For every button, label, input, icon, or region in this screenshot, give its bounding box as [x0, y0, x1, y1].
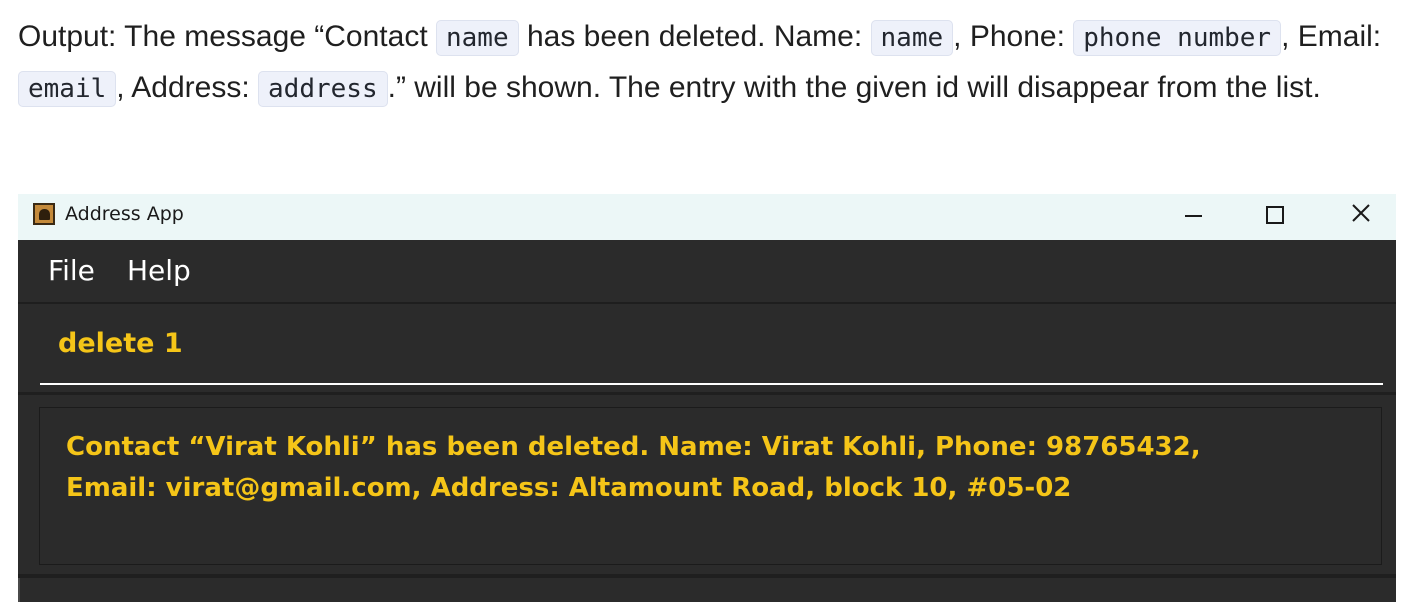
window-title: Address App: [65, 203, 184, 225]
code-snippet-name: name: [870, 20, 954, 56]
command-box: delete 1: [18, 304, 1396, 395]
menu-file[interactable]: File: [48, 254, 95, 287]
close-icon: [1352, 204, 1370, 222]
code-snippet-phone-number: phone number: [1073, 20, 1282, 56]
doc-paragraph: Output: The message “Contact name has be…: [18, 12, 1398, 114]
maximize-icon: [1266, 206, 1284, 224]
result-display-area: Contact “Virat Kohli” has been deleted. …: [18, 395, 1396, 575]
doc-text-segment: has been deleted. Name:: [518, 20, 871, 53]
doc-text-segment: .” will be shown. The entry with the giv…: [387, 71, 1321, 104]
doc-text-segment: , Email:: [1281, 20, 1382, 53]
code-snippet-email: email: [18, 71, 117, 107]
title-bar[interactable]: Address App: [18, 194, 1396, 240]
doc-text-segment: , Phone:: [953, 20, 1074, 53]
result-line: Contact “Virat Kohli” has been deleted. …: [66, 432, 1201, 462]
close-button[interactable]: [1316, 194, 1396, 240]
code-snippet-name: name: [436, 20, 519, 56]
code-snippet-address: address: [258, 71, 388, 107]
address-book-icon: [33, 203, 55, 225]
command-input-underline: [40, 383, 1383, 385]
minimize-icon: [1185, 215, 1202, 217]
doc-text-segment: , Address:: [116, 71, 259, 104]
divider: [18, 574, 1396, 578]
result-line: Email: virat@gmail.com, Address: Altamou…: [66, 473, 1072, 503]
menu-bar: File Help: [18, 240, 1396, 304]
menu-help[interactable]: Help: [127, 254, 191, 287]
maximize-button[interactable]: [1234, 194, 1314, 240]
app-window: Address App File Help delete 1 Contact “…: [18, 194, 1396, 602]
doc-text-segment: Output: The message “Contact: [18, 20, 436, 53]
command-input[interactable]: delete 1: [58, 328, 183, 359]
result-message: Contact “Virat Kohli” has been deleted. …: [66, 427, 1366, 509]
result-display: Contact “Virat Kohli” has been deleted. …: [39, 407, 1382, 565]
minimize-button[interactable]: [1154, 194, 1234, 240]
